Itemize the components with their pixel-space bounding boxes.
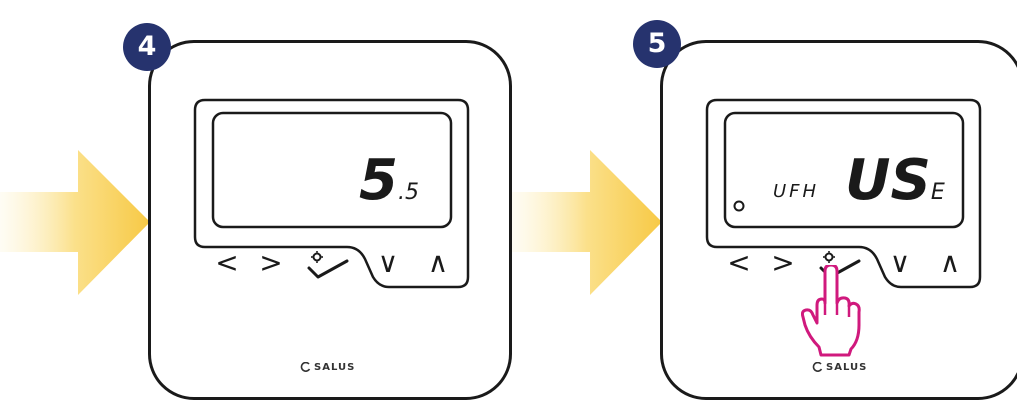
pointing-hand-icon (801, 265, 861, 357)
next-button[interactable]: > (769, 249, 797, 277)
lcd-reading: 5.5 (359, 153, 419, 209)
thermostat-step-5: UFH USE < > ∨ ∧ SALUS (660, 40, 1017, 400)
prev-button[interactable]: < (725, 249, 753, 277)
progress-arrow-2 (512, 150, 662, 295)
confirm-button-icon[interactable] (303, 251, 355, 281)
progress-arrow-1 (0, 150, 150, 295)
brand-logo: SALUS (812, 362, 867, 373)
brand-name: SALUS (314, 362, 356, 373)
lcd-value-small: .5 (397, 180, 419, 205)
lcd-value-big: 5 (359, 148, 398, 213)
salus-logo-icon (300, 362, 311, 372)
display-frame (193, 98, 470, 289)
down-button[interactable]: ∨ (886, 249, 914, 277)
next-button[interactable]: > (257, 249, 285, 277)
brand-name: SALUS (826, 362, 868, 373)
lcd-mode-label: UFH (773, 181, 820, 202)
step-badge-5: 5 (633, 20, 681, 68)
brand-logo: SALUS (300, 362, 355, 373)
step-badge-4: 4 (123, 23, 171, 71)
lcd-reading: USE (845, 153, 945, 209)
up-button[interactable]: ∧ (424, 249, 452, 277)
salus-logo-icon (812, 362, 823, 372)
thermostat-step-4: 5.5 < > ∨ ∧ SALUS (148, 40, 512, 400)
lcd-value-small: E (930, 180, 945, 205)
up-button[interactable]: ∧ (936, 249, 964, 277)
prev-button[interactable]: < (213, 249, 241, 277)
down-button[interactable]: ∨ (374, 249, 402, 277)
lcd-value-big: US (845, 148, 931, 213)
